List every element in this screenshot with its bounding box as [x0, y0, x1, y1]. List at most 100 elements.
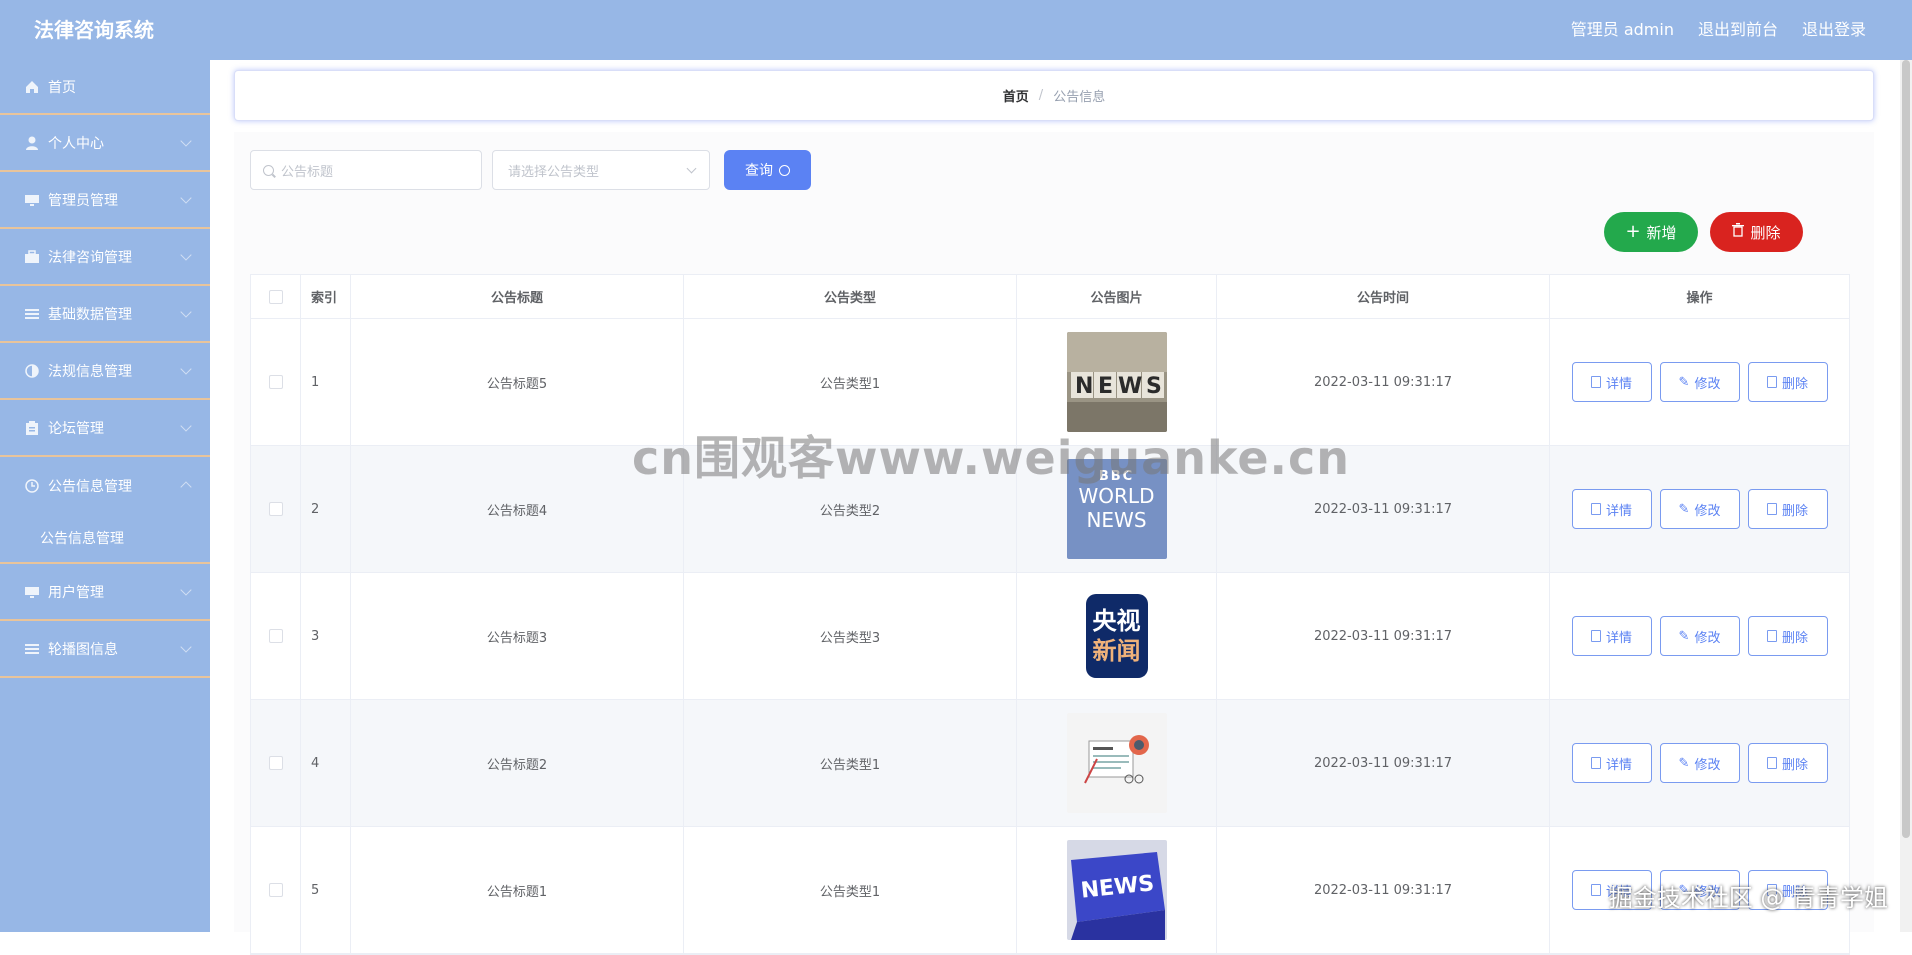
sidebar-item-label: 公告信息管理 — [48, 478, 132, 495]
row-ops: 详情 ✎ 修改 删除 — [1550, 700, 1849, 826]
sidebar-item-label: 轮播图信息 — [48, 641, 118, 658]
detail-label: 详情 — [1605, 630, 1632, 646]
add-button[interactable]: + 新增 — [1604, 212, 1698, 252]
list-icon — [24, 641, 40, 657]
chevron-down-icon — [180, 584, 192, 596]
edit-label: 修改 — [1694, 376, 1721, 392]
sidebar-item-admin[interactable]: 管理员管理 — [0, 172, 210, 229]
delete-label: 删除 — [1781, 630, 1808, 646]
row-time: 2022-03-11 09:31:17 — [1217, 827, 1550, 953]
sidebar-item-users[interactable]: 用户管理 — [0, 564, 210, 621]
delete-label: 删除 — [1781, 376, 1808, 392]
sidebar-item-notice[interactable]: 公告信息管理 — [0, 457, 210, 514]
title-search-input[interactable]: 公告标题 — [250, 150, 482, 190]
top-header: 法律咨询系统 管理员 admin 退出到前台 退出登录 — [0, 0, 1912, 60]
home-icon — [24, 79, 40, 95]
scrollbar-thumb[interactable] — [1902, 60, 1910, 838]
header-ops: 操作 — [1686, 291, 1713, 306]
query-button[interactable]: 查询 — [724, 150, 811, 190]
row-checkbox-cell — [251, 573, 301, 699]
sidebar-item-home[interactable]: 首页 — [0, 60, 210, 115]
delete-button[interactable]: 删除 — [1747, 743, 1828, 783]
detail-label: 详情 — [1605, 503, 1632, 519]
document-icon — [1590, 630, 1601, 642]
list-panel: 公告标题 请选择公告类型 查询 + 新增 删除 索引 公告标题 公告类型 公告图… — [234, 132, 1874, 955]
batch-delete-button[interactable]: 删除 — [1710, 212, 1803, 252]
cctv-text: 央视 — [1092, 607, 1141, 635]
delete-button[interactable]: 删除 — [1747, 362, 1828, 402]
row-image-cell — [1017, 700, 1217, 826]
edit-button[interactable]: ✎ 修改 — [1659, 489, 1740, 529]
add-label: 新增 — [1646, 223, 1677, 242]
chevron-down-icon — [180, 363, 192, 375]
row-ops: 详情 ✎ 修改 删除 — [1550, 573, 1849, 699]
chevron-down-icon — [180, 420, 192, 432]
detail-button[interactable]: 详情 — [1571, 362, 1652, 402]
sidebar-item-label: 法规信息管理 — [48, 363, 132, 380]
user-icon — [24, 135, 40, 151]
sidebar-item-regulations[interactable]: 法规信息管理 — [0, 343, 210, 400]
delete-button[interactable]: 删除 — [1747, 616, 1828, 656]
edit-label: 修改 — [1694, 757, 1721, 773]
edit-icon: ✎ — [1678, 501, 1690, 517]
detail-button[interactable]: 详情 — [1571, 489, 1652, 529]
news-illustration-image — [1066, 713, 1167, 813]
chevron-down-icon — [180, 641, 192, 653]
row-image-cell: 央视 新闻 — [1017, 573, 1217, 699]
row-checkbox[interactable] — [268, 883, 283, 897]
row-index: 5 — [301, 827, 351, 953]
row-index: 4 — [301, 700, 351, 826]
sidebar-item-forum[interactable]: 论坛管理 — [0, 400, 210, 457]
row-checkbox[interactable] — [268, 375, 283, 389]
edit-button[interactable]: ✎ 修改 — [1659, 743, 1740, 783]
breadcrumb-current: 公告信息 — [1053, 90, 1106, 105]
header-index: 索引 — [301, 275, 351, 318]
trash-icon — [1766, 630, 1777, 642]
document-icon — [1590, 376, 1601, 388]
sidebar-item-label: 个人中心 — [48, 135, 104, 152]
row-type: 公告类型1 — [684, 319, 1017, 445]
row-time: 2022-03-11 09:31:17 — [1217, 319, 1550, 445]
row-checkbox[interactable] — [268, 502, 283, 516]
title-search-placeholder: 公告标题 — [281, 164, 334, 180]
type-select[interactable]: 请选择公告类型 — [492, 150, 710, 190]
row-type: 公告类型1 — [684, 827, 1017, 953]
news-text: NEWS — [1086, 508, 1147, 532]
edit-label: 修改 — [1694, 630, 1721, 646]
world-text: WORLD — [1078, 484, 1155, 508]
select-all-checkbox[interactable] — [268, 289, 283, 304]
sidebar: 首页 个人中心 管理员管理 法律咨询管理 基础数据管理 法规信息管理 论坛管理 … — [0, 60, 210, 932]
delete-button[interactable]: 删除 — [1747, 489, 1828, 529]
search-icon — [263, 165, 274, 176]
submenu-item-notice-manage[interactable]: 公告信息管理 — [0, 514, 210, 564]
to-front-link[interactable]: 退出到前台 — [1698, 18, 1778, 42]
header-image: 公告图片 — [1017, 275, 1217, 318]
edit-button[interactable]: ✎ 修改 — [1659, 362, 1740, 402]
sidebar-item-label: 首页 — [48, 79, 76, 96]
row-index: 2 — [301, 446, 351, 572]
edit-button[interactable]: ✎ 修改 — [1659, 616, 1740, 656]
news-blocks-image: NEWS — [1066, 332, 1167, 432]
row-checkbox[interactable] — [268, 629, 283, 643]
bbc-text: BBC — [1098, 469, 1135, 484]
list-icon — [24, 306, 40, 322]
breadcrumb-separator: / — [1038, 88, 1044, 103]
detail-label: 详情 — [1605, 757, 1632, 773]
sidebar-item-carousel[interactable]: 轮播图信息 — [0, 621, 210, 678]
row-image-cell: BBC WORLD NEWS — [1017, 446, 1217, 572]
breadcrumb-home[interactable]: 首页 — [1003, 86, 1029, 105]
row-checkbox-cell — [251, 700, 301, 826]
logout-link[interactable]: 退出登录 — [1802, 18, 1866, 42]
sidebar-item-base-data[interactable]: 基础数据管理 — [0, 286, 210, 343]
row-title: 公告标题1 — [351, 827, 684, 953]
plus-icon: + — [1625, 221, 1641, 242]
detail-button[interactable]: 详情 — [1571, 616, 1652, 656]
row-checkbox[interactable] — [268, 756, 283, 770]
detail-button[interactable]: 详情 — [1571, 743, 1652, 783]
row-title: 公告标题5 — [351, 319, 684, 445]
table-header: 索引 公告标题 公告类型 公告图片 公告时间 操作 — [251, 275, 1849, 319]
search-icon — [779, 164, 790, 176]
sidebar-item-legal-consult[interactable]: 法律咨询管理 — [0, 229, 210, 286]
cctv-news-image: 央视 新闻 — [1066, 586, 1167, 686]
sidebar-item-profile[interactable]: 个人中心 — [0, 115, 210, 172]
